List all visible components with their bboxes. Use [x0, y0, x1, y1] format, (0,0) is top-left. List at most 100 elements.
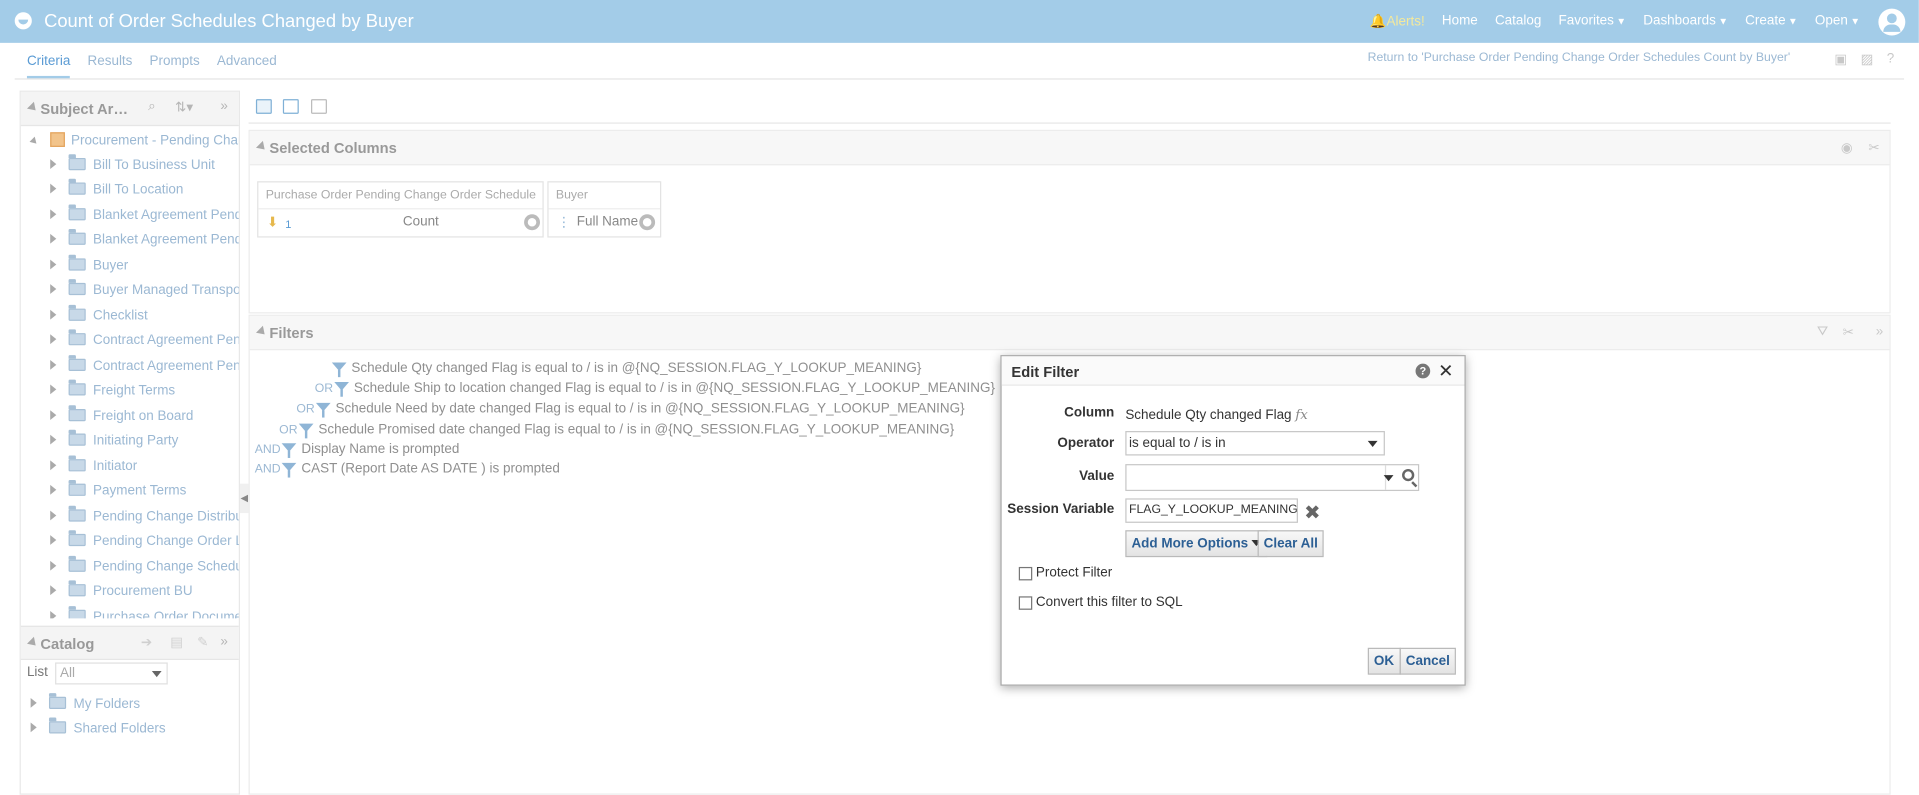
tree-folder[interactable]: Pending Change Distributions: [50, 505, 239, 524]
add-more-options-button[interactable]: Add More Options: [1125, 530, 1268, 558]
filter-item[interactable]: OR Schedule Need by date changed Flag is …: [296, 402, 965, 418]
tab-criteria[interactable]: Criteria: [26, 54, 71, 79]
nav-dashboards[interactable]: Dashboards ▼: [1643, 13, 1728, 29]
global-nav: 🔔Alerts! Home Catalog Favorites ▼ Dashboa…: [1370, 13, 1860, 29]
edit-icon[interactable]: ✎: [197, 634, 208, 651]
column-header: Purchase Order Pending Change Order Sche…: [258, 182, 543, 210]
expand-icon: [50, 183, 57, 194]
folder-icon: [68, 455, 86, 472]
tree-folder[interactable]: Blanket Agreement Pending: [50, 204, 239, 223]
save-as-icon[interactable]: ▨: [1861, 51, 1874, 68]
calc-item-icon[interactable]: [282, 99, 299, 114]
nav-create[interactable]: Create ▼: [1745, 13, 1798, 29]
tree-folder[interactable]: Purchase Order Document: [50, 606, 239, 619]
tab-results[interactable]: Results: [87, 54, 132, 78]
expand-pane-icon[interactable]: »: [220, 634, 228, 649]
nav-favorites[interactable]: Favorites ▼: [1559, 13, 1627, 29]
pane-collapse-handle[interactable]: ◀: [240, 483, 249, 514]
folder-icon: [68, 405, 86, 422]
tree-folder[interactable]: Blanket Agreement Pending: [50, 228, 239, 247]
value-input[interactable]: [1125, 464, 1420, 492]
nav-home[interactable]: Home: [1442, 13, 1478, 29]
cancel-button[interactable]: Cancel: [1399, 647, 1457, 675]
oracle-logo-icon[interactable]: [14, 12, 32, 30]
show-hidden-icon[interactable]: ◉: [1841, 140, 1853, 156]
editor-tabs: Criteria Results Prompts Advanced: [26, 54, 277, 79]
subject-areas-header: Subject Ar… ⌕ ⇅▾ »: [20, 91, 239, 127]
help-icon[interactable]: ?: [1415, 363, 1431, 379]
properties-icon[interactable]: ▤: [170, 634, 183, 651]
tree-folder[interactable]: Pending Change Schedules: [50, 555, 239, 574]
tree-folder[interactable]: Buyer Managed Transportation: [50, 279, 239, 298]
collapse-icon[interactable]: [255, 140, 269, 154]
filter-toolbar-icon[interactable]: [255, 99, 272, 114]
tree-folder[interactable]: Contract Agreement Pending: [50, 329, 239, 348]
search-icon[interactable]: [1402, 468, 1415, 482]
search-icon[interactable]: ⌕: [148, 99, 156, 115]
tree-folder[interactable]: Initiating Party: [50, 429, 178, 448]
tab-prompts[interactable]: Prompts: [150, 54, 200, 78]
user-avatar-icon[interactable]: [1878, 8, 1906, 36]
tab-advanced[interactable]: Advanced: [217, 54, 277, 78]
tree-folder[interactable]: Freight Terms: [50, 379, 175, 398]
folder-icon: [68, 379, 86, 396]
chevron-down-icon[interactable]: [1383, 475, 1394, 482]
filter-item[interactable]: Schedule Qty changed Flag is equal to / …: [331, 361, 921, 378]
tree-folder[interactable]: Initiator: [50, 455, 137, 474]
collapse-icon[interactable]: [27, 101, 40, 114]
session-variable-input[interactable]: FLAG_Y_LOOKUP_MEANING: [1125, 498, 1298, 523]
clear-all-button[interactable]: Clear All: [1257, 530, 1324, 558]
sort-order-number: 1: [285, 217, 292, 231]
remove-all-icon[interactable]: ✂: [1868, 140, 1879, 156]
subject-area-tree: Procurement - Pending Change Bill To Bus…: [21, 129, 239, 619]
operator-select[interactable]: is equal to / is in: [1125, 431, 1385, 456]
filter-item[interactable]: OR Schedule Promised date changed Flag is…: [279, 422, 954, 439]
column-card-count[interactable]: Purchase Order Pending Change Order Sche…: [257, 181, 544, 238]
protect-filter-checkbox[interactable]: [1018, 566, 1033, 581]
tree-folder[interactable]: Buyer: [50, 254, 128, 273]
folder-icon: [68, 606, 86, 619]
tree-folder[interactable]: Bill To Business Unit: [50, 154, 215, 173]
expand-section-icon[interactable]: »: [1876, 324, 1884, 339]
catalog-folder-my-folders[interactable]: My Folders: [30, 693, 140, 711]
filter-item[interactable]: AND CAST (Report Date AS DATE ) is prompt…: [255, 462, 560, 478]
sql-icon[interactable]: [311, 99, 327, 114]
tree-folder[interactable]: Pending Change Order Lines: [50, 530, 239, 549]
save-icon[interactable]: ▣: [1834, 51, 1847, 68]
tree-folder[interactable]: Freight on Board: [50, 405, 193, 424]
arrow-right-icon[interactable]: ➔: [141, 634, 152, 651]
nav-open[interactable]: Open ▼: [1815, 13, 1860, 29]
return-link[interactable]: Return to 'Purchase Order Pending Change…: [1368, 51, 1791, 64]
catalog-list-select[interactable]: All: [55, 662, 168, 685]
filter-item[interactable]: OR Schedule Ship to location changed Flag…: [315, 381, 995, 397]
fx-icon[interactable]: fx: [1295, 407, 1308, 423]
column-card-full-name[interactable]: Buyer ⋮ Full Name: [547, 181, 662, 238]
chevron-down-icon: [151, 671, 162, 678]
expand-icon: [50, 233, 57, 244]
sort-icon[interactable]: ⇅▾: [175, 99, 193, 115]
nav-catalog[interactable]: Catalog: [1495, 13, 1541, 29]
gear-icon[interactable]: [524, 214, 541, 231]
tree-folder[interactable]: Payment Terms: [50, 480, 186, 498]
ok-button[interactable]: OK: [1367, 647, 1401, 675]
tree-folder[interactable]: Contract Agreement Pending: [50, 355, 239, 373]
add-filter-icon[interactable]: ⛛: [1817, 324, 1828, 340]
collapse-icon[interactable]: [27, 636, 40, 649]
close-icon[interactable]: ✕: [1438, 360, 1453, 382]
tree-folder[interactable]: Bill To Location: [50, 178, 183, 197]
catalog-folder-shared-folders[interactable]: Shared Folders: [30, 717, 166, 736]
column-header: Buyer: [548, 182, 661, 210]
nav-alerts[interactable]: 🔔Alerts!: [1370, 13, 1425, 30]
gear-icon[interactable]: [639, 214, 656, 231]
tree-root[interactable]: Procurement - Pending Change: [29, 132, 239, 148]
filter-item[interactable]: AND Display Name is prompted: [255, 442, 459, 458]
tree-folder[interactable]: Procurement BU: [50, 580, 193, 599]
expand-pane-icon[interactable]: »: [220, 99, 228, 114]
tree-folder[interactable]: Checklist: [50, 304, 148, 323]
remove-session-variable-icon[interactable]: ✖: [1304, 501, 1320, 525]
help-icon[interactable]: ?: [1887, 51, 1895, 67]
folder-icon: [68, 279, 86, 296]
remove-filters-icon[interactable]: ✂: [1843, 324, 1854, 341]
collapse-icon[interactable]: [255, 325, 269, 338]
convert-sql-checkbox[interactable]: [1018, 596, 1033, 610]
